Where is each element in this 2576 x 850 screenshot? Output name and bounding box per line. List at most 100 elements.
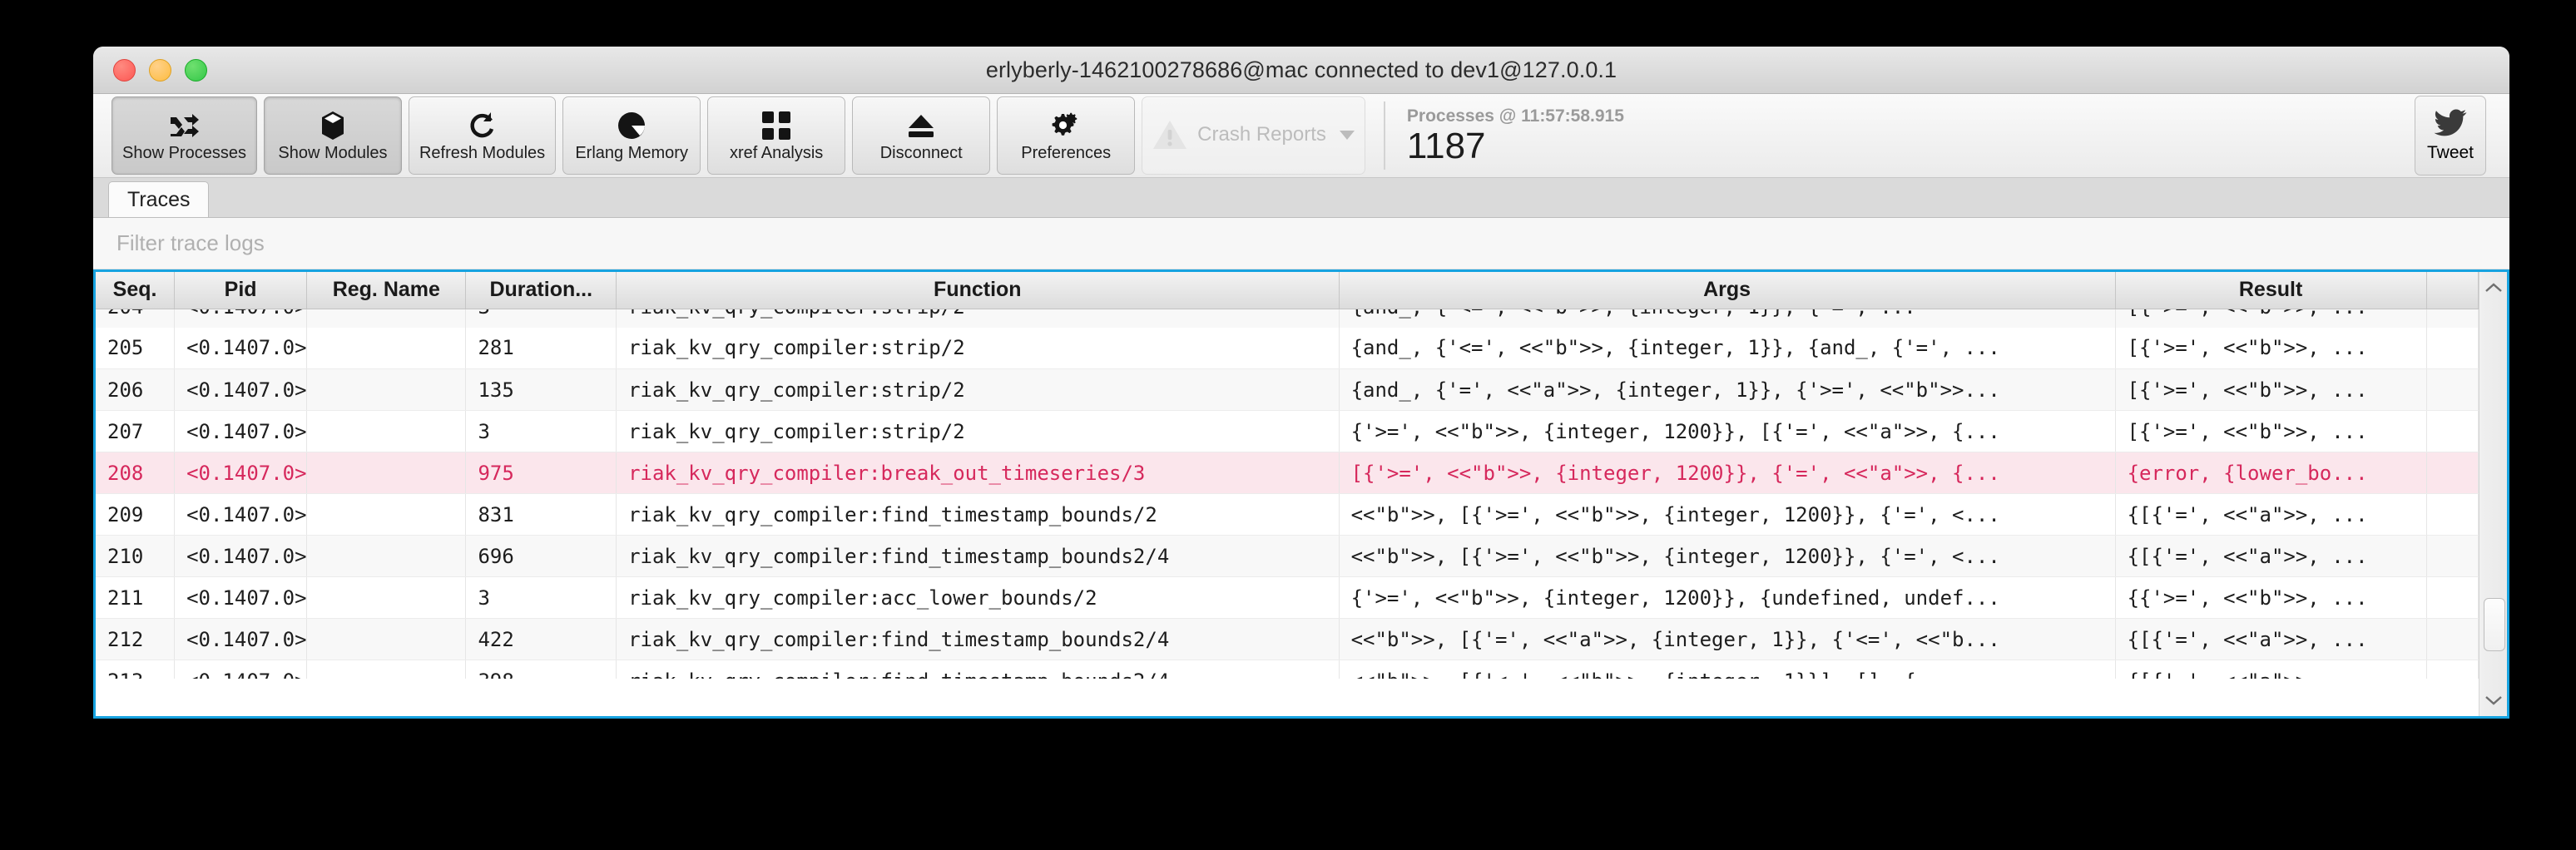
vertical-scrollbar[interactable] <box>2479 272 2507 716</box>
cell-spacer <box>2426 493 2479 536</box>
filter-trace-logs-input[interactable] <box>105 230 2498 256</box>
table-row[interactable]: 205 <0.1407.0> 281 riak_kv_qry_compiler:str… <box>96 327 2479 369</box>
cell-args: <<"b">>, [{'>=', <<"b">>, {integer, 1200… <box>1339 535 2116 577</box>
cell-seq: 211 <box>96 576 176 619</box>
cell-args: [{'>=', <<"b">>, {integer, 1200}}, {'=',… <box>1339 452 2116 494</box>
table-row[interactable]: 206 <0.1407.0> 135 riak_kv_qry_compiler:str… <box>96 368 2479 411</box>
column-header-regname[interactable]: Reg. Name <box>306 272 467 309</box>
trace-table-scroll-area: Seq. Pid Reg. Name Duration... Function … <box>96 272 2507 716</box>
vertical-scrollbar-track[interactable] <box>2479 299 2508 689</box>
cell-args: {'>=', <<"b">>, {integer, 1200}}, {undef… <box>1339 576 2116 619</box>
cell-seq: 210 <box>96 535 176 577</box>
table-row-partial-top[interactable]: 204 <0.1407.0> 3 riak_kv_qry_compiler:st… <box>96 309 2479 328</box>
tab-traces[interactable]: Traces <box>108 181 210 217</box>
partial-row-bottom-clip: 213 <0.1407.0> 398 riak_kv_qry_compiler:… <box>96 660 2479 679</box>
show-modules-button[interactable]: Show Modules <box>263 96 402 175</box>
cell-result: {{'>=', <<"b">>, ... <box>2115 576 2427 619</box>
cell-regname <box>306 452 467 494</box>
chevron-down-icon[interactable] <box>2479 689 2508 711</box>
chevron-down-icon[interactable] <box>1339 130 1355 140</box>
erlang-memory-button[interactable]: Erlang Memory <box>562 96 701 175</box>
cell-args: {and_, {'<=', <<"b">>, {integer, 1}}, {a… <box>1339 327 2116 369</box>
cell-function: riak_kv_qry_compiler:find_timestamp_boun… <box>616 535 1340 577</box>
trace-table-header: Seq. Pid Reg. Name Duration... Function … <box>96 272 2479 309</box>
cell-args: <<"b">>, [{'>=', <<"b">>, {integer, 1200… <box>1339 493 2116 536</box>
warning-triangle-icon <box>1152 119 1187 151</box>
grid-icon <box>762 109 791 142</box>
gears-icon <box>1050 109 1082 142</box>
cell-regname <box>306 493 467 536</box>
cell-duration: 422 <box>465 618 617 660</box>
erlang-memory-label: Erlang Memory <box>575 143 688 162</box>
cell-pid: <0.1407.0> <box>174 309 308 328</box>
chevron-up-icon[interactable] <box>2479 277 2508 299</box>
table-row[interactable]: 209 <0.1407.0> 831 riak_kv_qry_compiler:fin… <box>96 493 2479 536</box>
cell-pid: <0.1407.0> <box>174 327 308 369</box>
cell-pid: <0.1407.0> <box>174 576 308 619</box>
preferences-button[interactable]: Preferences <box>997 96 1136 175</box>
cell-result: {error, {lower_bo... <box>2115 452 2427 494</box>
twitter-bird-icon <box>2434 109 2467 141</box>
crash-reports-label: Crash Reports <box>1197 123 1326 146</box>
cell-spacer <box>2426 368 2479 411</box>
xref-analysis-label: xref Analysis <box>730 143 824 162</box>
cell-seq: 208 <box>96 452 176 494</box>
trace-table-region: Seq. Pid Reg. Name Duration... Function … <box>93 269 2509 719</box>
cube-icon <box>321 109 344 142</box>
column-header-result[interactable]: Result <box>2115 272 2427 309</box>
table-row[interactable]: 208 <0.1407.0> 975 riak_kv_qry_compiler:bre… <box>96 452 2479 494</box>
cell-result: [{'>=', <<"b">>, ... <box>2115 410 2427 452</box>
column-header-function[interactable]: Function <box>616 272 1340 309</box>
cell-function: riak_kv_qry_compiler:break_out_timeserie… <box>616 452 1340 494</box>
vertical-scrollbar-thumb[interactable] <box>2483 598 2505 651</box>
column-header-args[interactable]: Args <box>1339 272 2116 309</box>
trace-table-container: Seq. Pid Reg. Name Duration... Function … <box>96 272 2479 716</box>
cell-args: <<"b">>, [{'<=', <<"b">>, {integer, 1}}]… <box>1339 660 2116 679</box>
table-row[interactable]: 212 <0.1407.0> 422 riak_kv_qry_compiler:fin… <box>96 618 2479 660</box>
cell-regname <box>306 660 467 679</box>
cell-args: {'>=', <<"b">>, {integer, 1200}}, [{'=',… <box>1339 410 2116 452</box>
cell-regname <box>306 535 467 577</box>
column-header-spacer <box>2426 272 2479 309</box>
cell-result: {[{'=', <<"a">>, ... <box>2115 493 2427 536</box>
cell-spacer <box>2426 618 2479 660</box>
tweet-button[interactable]: Tweet <box>2415 96 2486 175</box>
table-row-partial-bottom[interactable]: 213 <0.1407.0> 398 riak_kv_qry_compiler:… <box>96 660 2479 679</box>
processes-timestamp-label: Processes @ 11:57:58.915 <box>1406 106 1624 126</box>
column-header-duration[interactable]: Duration... <box>465 272 617 309</box>
xref-analysis-button[interactable]: xref Analysis <box>707 96 846 175</box>
refresh-modules-label: Refresh Modules <box>419 143 546 162</box>
table-row[interactable]: 210 <0.1407.0> 696 riak_kv_qry_compiler:fin… <box>96 535 2479 577</box>
disconnect-button[interactable]: Disconnect <box>852 96 991 175</box>
trace-table-body: 205 <0.1407.0> 281 riak_kv_qry_compiler:str… <box>96 327 2479 660</box>
processes-panel: Processes @ 11:57:58.915 1187 <box>1383 101 1624 170</box>
show-processes-button[interactable]: Show Processes <box>111 96 257 175</box>
cell-seq: 212 <box>96 618 176 660</box>
cell-function: riak_kv_qry_compiler:strip/2 <box>616 410 1340 452</box>
column-header-seq[interactable]: Seq. <box>96 272 176 309</box>
crash-reports-button[interactable]: Crash Reports <box>1142 96 1365 175</box>
maximize-window-button[interactable] <box>185 58 207 82</box>
minimize-window-button[interactable] <box>149 58 171 82</box>
cell-spacer <box>2426 452 2479 494</box>
table-row[interactable]: 207 <0.1407.0> 3 riak_kv_qry_compiler:strip… <box>96 410 2479 452</box>
cell-duration: 398 <box>465 660 617 679</box>
cell-seq: 209 <box>96 493 176 536</box>
cell-function: riak_kv_qry_compiler:strip/2 <box>616 309 1340 328</box>
cell-regname <box>306 618 467 660</box>
filter-bar <box>93 218 2509 269</box>
table-header-row: Seq. Pid Reg. Name Duration... Function … <box>96 272 2479 309</box>
cell-duration: 3 <box>465 410 617 452</box>
shuffle-icon <box>169 109 200 142</box>
column-header-pid[interactable]: Pid <box>174 272 308 309</box>
cell-regname <box>306 410 467 452</box>
cell-spacer <box>2426 660 2479 679</box>
pie-chart-icon <box>617 109 646 142</box>
tab-strip: Traces <box>93 178 2509 218</box>
preferences-label: Preferences <box>1021 143 1112 162</box>
table-row[interactable]: 211 <0.1407.0> 3 riak_kv_qry_compiler:acc_l… <box>96 576 2479 619</box>
close-window-button[interactable] <box>113 58 136 82</box>
refresh-modules-button[interactable]: Refresh Modules <box>408 96 557 175</box>
cell-function: riak_kv_qry_compiler:acc_lower_bounds/2 <box>616 576 1340 619</box>
cell-seq: 213 <box>96 660 176 679</box>
